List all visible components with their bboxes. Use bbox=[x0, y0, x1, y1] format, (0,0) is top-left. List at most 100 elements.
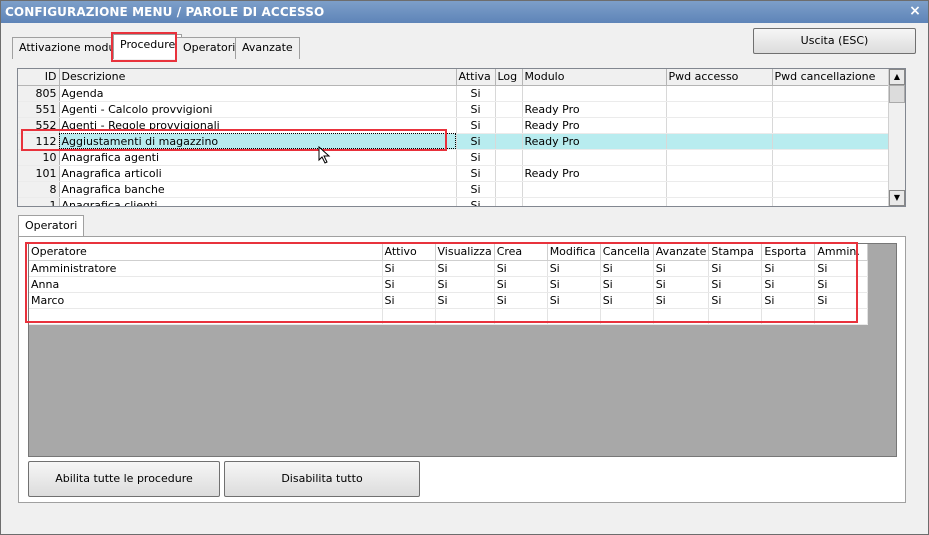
cell-stampa[interactable]: Si bbox=[708, 292, 763, 309]
col-avanzate[interactable]: Avanzate bbox=[653, 244, 710, 261]
cell-attiva[interactable]: Si bbox=[456, 181, 496, 198]
cell-log[interactable] bbox=[495, 133, 523, 150]
table-row[interactable]: Amministratore Si Si Si Si Si Si Si Si S… bbox=[29, 260, 869, 277]
col-stampa[interactable]: Stampa bbox=[708, 244, 763, 261]
cell-modifica[interactable]: Si bbox=[547, 260, 601, 277]
operators-grid[interactable]: Operatore Attivo Visualizza Crea Modific… bbox=[29, 244, 869, 325]
table-row[interactable]: 101 Anagrafica articoli Si Ready Pro bbox=[18, 165, 889, 182]
cell-modifica[interactable]: Si bbox=[547, 292, 601, 309]
cell-attivo[interactable]: Si bbox=[382, 276, 436, 293]
cell-esporta[interactable]: Si bbox=[761, 276, 816, 293]
scroll-up-icon[interactable]: ▲ bbox=[889, 69, 905, 85]
cell-avanzate[interactable]: Si bbox=[653, 260, 710, 277]
cell-ammin[interactable]: Si bbox=[814, 276, 869, 293]
cell-ammin[interactable]: Si bbox=[814, 292, 869, 309]
cell-visualizza[interactable]: Si bbox=[435, 276, 495, 293]
exit-button[interactable]: Uscita (ESC) bbox=[753, 28, 916, 54]
cell-attiva[interactable]: Si bbox=[456, 149, 496, 166]
cell-esporta[interactable]: Si bbox=[761, 292, 816, 309]
cell-ammin[interactable]: Si bbox=[814, 260, 869, 277]
cell-attiva[interactable]: Si bbox=[456, 197, 496, 206]
tab-attivazione-moduli[interactable]: Attivazione moduli bbox=[12, 37, 129, 59]
cell-modifica[interactable]: Si bbox=[547, 276, 601, 293]
cell-attiva[interactable]: Si bbox=[456, 117, 496, 134]
col-attiva[interactable]: Attiva bbox=[456, 69, 496, 86]
cell-log[interactable] bbox=[495, 165, 523, 182]
cell-cancella[interactable]: Si bbox=[600, 276, 654, 293]
cell-visualizza[interactable]: Si bbox=[435, 260, 495, 277]
cell-pwdc[interactable] bbox=[772, 85, 889, 102]
col-esporta[interactable]: Esporta bbox=[761, 244, 816, 261]
cell-attiva[interactable]: Si bbox=[456, 85, 496, 102]
cell-pwdc[interactable] bbox=[772, 197, 889, 206]
table-row[interactable]: Anna Si Si Si Si Si Si Si Si Si bbox=[29, 276, 869, 293]
cell-crea[interactable]: Si bbox=[494, 292, 548, 309]
table-row[interactable]: Marco Si Si Si Si Si Si Si Si Si bbox=[29, 292, 869, 309]
scroll-thumb[interactable] bbox=[889, 85, 905, 103]
cell-visualizza[interactable]: Si bbox=[435, 292, 495, 309]
table-row[interactable]: 8 Anagrafica banche Si bbox=[18, 181, 889, 198]
col-ammin[interactable]: Ammin. bbox=[814, 244, 869, 261]
cell-pwd[interactable] bbox=[666, 117, 773, 134]
table-row[interactable]: 551 Agenti - Calcolo provvigioni Si Read… bbox=[18, 101, 889, 118]
cell-attivo[interactable]: Si bbox=[382, 260, 436, 277]
cell-crea[interactable]: Si bbox=[494, 276, 548, 293]
subtab-operatori[interactable]: Operatori bbox=[18, 215, 85, 237]
col-descrizione[interactable]: Descrizione bbox=[59, 69, 457, 86]
procedures-grid[interactable]: ID Descrizione Attiva Log Modulo Pwd acc… bbox=[17, 68, 906, 207]
cell-pwd[interactable] bbox=[666, 165, 773, 182]
cell-avanzate[interactable]: Si bbox=[653, 292, 710, 309]
cell-pwdc[interactable] bbox=[772, 181, 889, 198]
cell-pwd[interactable] bbox=[666, 85, 773, 102]
col-modulo[interactable]: Modulo bbox=[522, 69, 667, 86]
col-modifica[interactable]: Modifica bbox=[547, 244, 601, 261]
cell-cancella[interactable]: Si bbox=[600, 260, 654, 277]
table-row[interactable]: 1 Anagrafica clienti Si bbox=[18, 197, 889, 206]
col-pwd-accesso[interactable]: Pwd accesso bbox=[666, 69, 773, 86]
cell-pwd[interactable] bbox=[666, 133, 773, 150]
cell-pwd[interactable] bbox=[666, 149, 773, 166]
table-row-selected[interactable]: 112 Aggiustamenti di magazzino Si Ready … bbox=[18, 133, 889, 150]
scroll-down-icon[interactable]: ▼ bbox=[889, 190, 905, 206]
col-visualizza[interactable]: Visualizza bbox=[435, 244, 495, 261]
cell-pwd[interactable] bbox=[666, 101, 773, 118]
procedures-scrollbar[interactable]: ▲ ▼ bbox=[888, 69, 905, 206]
cell-log[interactable] bbox=[495, 101, 523, 118]
cell-cancella[interactable]: Si bbox=[600, 292, 654, 309]
cell-log[interactable] bbox=[495, 149, 523, 166]
table-row[interactable]: 805 Agenda Si bbox=[18, 85, 889, 102]
col-cancella[interactable]: Cancella bbox=[600, 244, 654, 261]
enable-all-button[interactable]: Abilita tutte le procedure bbox=[28, 461, 220, 497]
cell-log[interactable] bbox=[495, 197, 523, 206]
disable-all-button[interactable]: Disabilita tutto bbox=[224, 461, 420, 497]
cell-log[interactable] bbox=[495, 181, 523, 198]
cell-stampa[interactable]: Si bbox=[708, 260, 763, 277]
cell-pwdc[interactable] bbox=[772, 149, 889, 166]
tab-avanzate[interactable]: Avanzate bbox=[235, 37, 300, 59]
cell-pwd[interactable] bbox=[666, 197, 773, 206]
col-operatore[interactable]: Operatore bbox=[29, 244, 383, 261]
cell-stampa[interactable]: Si bbox=[708, 276, 763, 293]
col-id[interactable]: ID bbox=[18, 69, 60, 86]
cell-pwdc[interactable] bbox=[772, 117, 889, 134]
tab-procedure[interactable]: Procedure bbox=[113, 34, 183, 59]
cell-pwdc[interactable] bbox=[772, 165, 889, 182]
cell-pwd[interactable] bbox=[666, 181, 773, 198]
col-log[interactable]: Log bbox=[495, 69, 523, 86]
col-attivo[interactable]: Attivo bbox=[382, 244, 436, 261]
table-row[interactable]: 552 Agenti - Regole provvigionali Si Rea… bbox=[18, 117, 889, 134]
cell-attiva[interactable]: Si bbox=[456, 165, 496, 182]
col-pwd-cancellazione[interactable]: Pwd cancellazione bbox=[772, 69, 889, 86]
cell-log[interactable] bbox=[495, 85, 523, 102]
close-icon[interactable]: × bbox=[908, 4, 922, 18]
cell-pwdc[interactable] bbox=[772, 101, 889, 118]
col-crea[interactable]: Crea bbox=[494, 244, 548, 261]
table-row-empty[interactable] bbox=[29, 308, 869, 325]
table-row[interactable]: 10 Anagrafica agenti Si bbox=[18, 149, 889, 166]
cell-attiva[interactable]: Si bbox=[456, 101, 496, 118]
cell-attiva[interactable]: Si bbox=[456, 133, 496, 150]
cell-log[interactable] bbox=[495, 117, 523, 134]
cell-crea[interactable]: Si bbox=[494, 260, 548, 277]
tab-operatori[interactable]: Operatori bbox=[176, 37, 243, 59]
cell-avanzate[interactable]: Si bbox=[653, 276, 710, 293]
